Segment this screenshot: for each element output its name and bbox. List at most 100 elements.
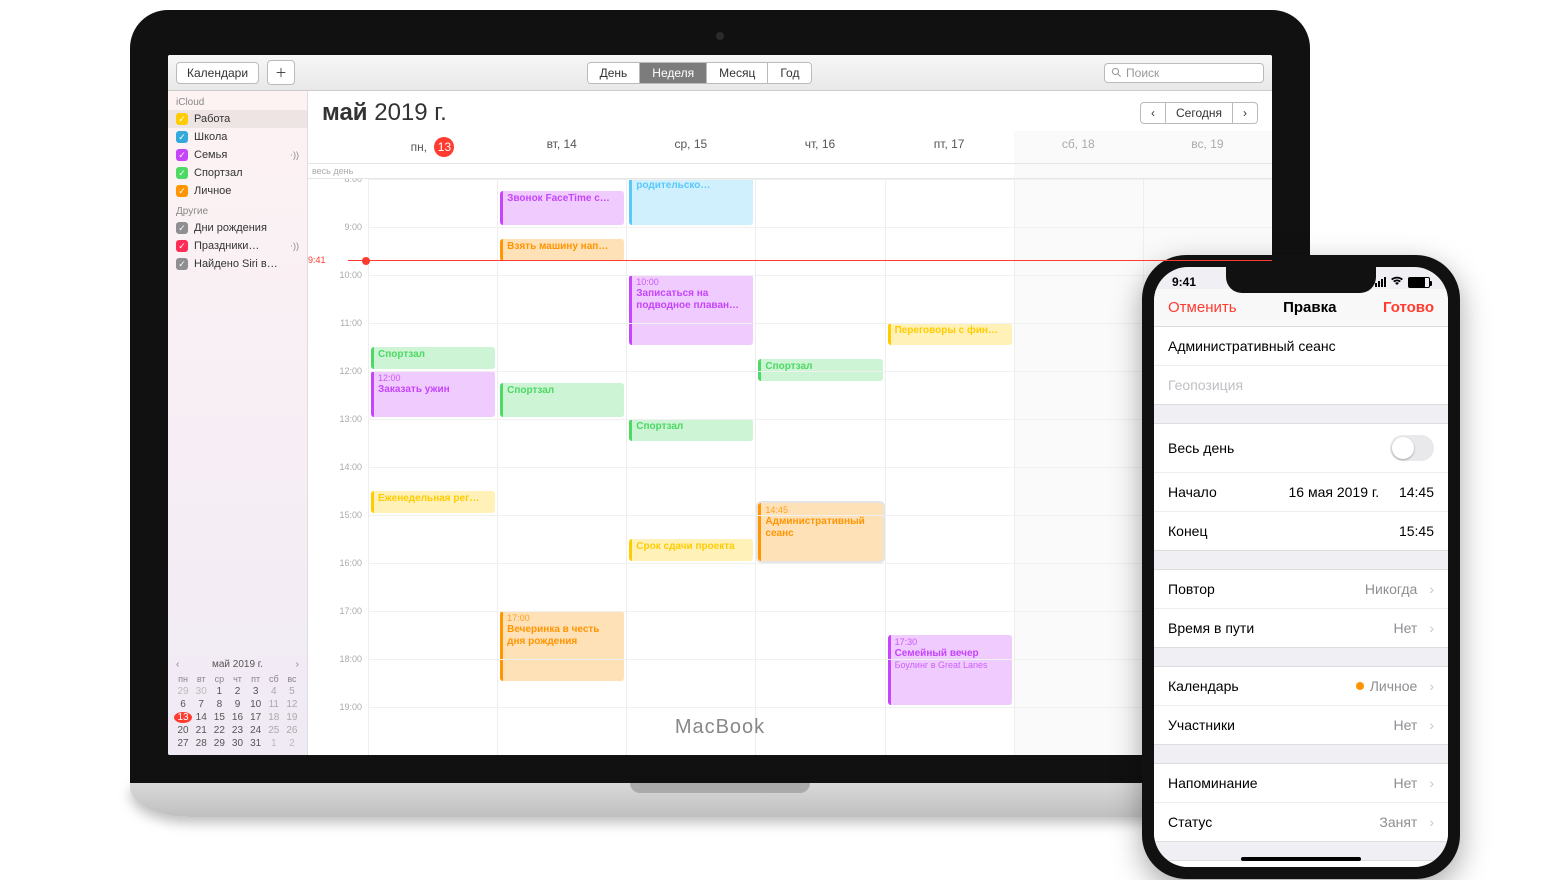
- mini-day[interactable]: 1: [210, 686, 228, 697]
- mini-prev-button[interactable]: ‹: [176, 659, 179, 670]
- mini-day[interactable]: 16: [228, 712, 246, 723]
- view-tab-Месяц[interactable]: Месяц: [707, 63, 768, 83]
- calendar-checkbox[interactable]: ✓: [176, 113, 188, 125]
- calendar-list-item[interactable]: ✓Праздники…⋅)): [168, 237, 307, 255]
- calendar-event[interactable]: 17:30Семейный вечерБоулинг в Great Lanes: [888, 635, 1012, 705]
- mini-day[interactable]: 11: [265, 699, 283, 710]
- mini-calendar[interactable]: ‹ май 2019 г. › пнвтсрчтптсбвс2930123456…: [168, 653, 307, 755]
- mini-day[interactable]: 5: [283, 686, 301, 697]
- mini-day[interactable]: 21: [192, 725, 210, 736]
- mini-day[interactable]: 25: [265, 725, 283, 736]
- mini-day[interactable]: 31: [247, 738, 265, 749]
- mini-day[interactable]: 4: [265, 686, 283, 697]
- calendar-checkbox[interactable]: ✓: [176, 222, 188, 234]
- mini-day[interactable]: 6: [174, 699, 192, 710]
- calendar-event[interactable]: Спортзал: [371, 347, 495, 369]
- calendar-event[interactable]: Еженедельная рег…: [371, 491, 495, 513]
- calendar-list-item[interactable]: ✓Семья⋅)): [168, 146, 307, 164]
- day-header[interactable]: пт, 17: [885, 131, 1014, 163]
- calendar-checkbox[interactable]: ✓: [176, 258, 188, 270]
- calendar-checkbox[interactable]: ✓: [176, 149, 188, 161]
- start-row[interactable]: Начало 16 мая 2019 г. 14:45: [1154, 473, 1448, 512]
- day-header[interactable]: вс, 19: [1143, 131, 1272, 163]
- mini-day[interactable]: 7: [192, 699, 210, 710]
- mini-day[interactable]: 26: [283, 725, 301, 736]
- calendar-event[interactable]: 10:00Записаться на подводное плаван…: [629, 275, 753, 345]
- invitees-row[interactable]: Участники Нет›: [1154, 706, 1448, 744]
- mini-day[interactable]: 1: [265, 738, 283, 749]
- day-header[interactable]: вт, 14: [497, 131, 626, 163]
- mini-day[interactable]: 23: [228, 725, 246, 736]
- allday-row[interactable]: Весь день: [1154, 424, 1448, 473]
- allday-toggle[interactable]: [1390, 435, 1434, 461]
- day-header[interactable]: сб, 18: [1014, 131, 1143, 163]
- mini-day[interactable]: 24: [247, 725, 265, 736]
- mini-day[interactable]: 10: [247, 699, 265, 710]
- prev-week-button[interactable]: ‹: [1140, 102, 1166, 124]
- mini-day[interactable]: 17: [247, 712, 265, 723]
- mini-day[interactable]: 29: [174, 686, 192, 697]
- mini-day[interactable]: 14: [192, 712, 210, 723]
- mini-day[interactable]: 30: [192, 686, 210, 697]
- day-header[interactable]: ср, 15: [626, 131, 755, 163]
- calendar-checkbox[interactable]: ✓: [176, 185, 188, 197]
- url-field[interactable]: URL: [1154, 861, 1448, 867]
- calendar-list-item[interactable]: ✓Работа: [168, 110, 307, 128]
- day-header[interactable]: чт, 16: [755, 131, 884, 163]
- today-button[interactable]: Сегодня: [1166, 102, 1233, 124]
- calendar-event[interactable]: Взять машину нап…: [500, 239, 624, 261]
- mini-day[interactable]: 27: [174, 738, 192, 749]
- mini-day[interactable]: 2: [283, 738, 301, 749]
- calendars-button[interactable]: Календари: [176, 62, 259, 84]
- mini-day[interactable]: 3: [247, 686, 265, 697]
- alert-row[interactable]: Напоминание Нет›: [1154, 764, 1448, 803]
- view-tab-День[interactable]: День: [588, 63, 641, 83]
- mini-day[interactable]: 22: [210, 725, 228, 736]
- calendar-event[interactable]: 17:00Вечеринка в честь дня рождения: [500, 611, 624, 681]
- search-field[interactable]: Поиск: [1104, 63, 1264, 83]
- calendar-list-item[interactable]: ✓Дни рождения: [168, 219, 307, 237]
- mini-day[interactable]: 15: [210, 712, 228, 723]
- calendar-checkbox[interactable]: ✓: [176, 131, 188, 143]
- calendar-event[interactable]: 12:00Заказать ужин: [371, 371, 495, 417]
- mini-day[interactable]: 2: [228, 686, 246, 697]
- calendar-event[interactable]: Срок сдачи проекта: [629, 539, 753, 561]
- mini-day[interactable]: 13: [174, 712, 192, 723]
- calendar-checkbox[interactable]: ✓: [176, 240, 188, 252]
- calendar-event[interactable]: Спортзал: [500, 383, 624, 417]
- location-field[interactable]: Геопозиция: [1154, 366, 1448, 404]
- mini-day[interactable]: 29: [210, 738, 228, 749]
- view-tab-Неделя[interactable]: Неделя: [640, 63, 707, 83]
- calendar-list-item[interactable]: ✓Школа: [168, 128, 307, 146]
- calendar-event[interactable]: 14:45Административный сеанс: [758, 503, 882, 561]
- event-title-field[interactable]: Административный сеанс: [1154, 327, 1448, 366]
- cancel-button[interactable]: Отменить: [1168, 299, 1237, 316]
- mini-next-button[interactable]: ›: [296, 659, 299, 670]
- done-button[interactable]: Готово: [1383, 299, 1434, 316]
- calendar-event[interactable]: Спортзал: [629, 419, 753, 441]
- calendar-checkbox[interactable]: ✓: [176, 167, 188, 179]
- calendar-event[interactable]: 7:30Собрание родительско…: [629, 179, 753, 225]
- travel-row[interactable]: Время в пути Нет›: [1154, 609, 1448, 647]
- mini-day[interactable]: 18: [265, 712, 283, 723]
- calendar-event[interactable]: Переговоры с фин…: [888, 323, 1012, 345]
- calendar-list-item[interactable]: ✓Спортзал: [168, 164, 307, 182]
- end-row[interactable]: Конец 15:45: [1154, 512, 1448, 550]
- repeat-row[interactable]: Повтор Никогда›: [1154, 570, 1448, 609]
- next-week-button[interactable]: ›: [1233, 102, 1258, 124]
- week-grid[interactable]: 8:009:0010:0011:0012:0013:0014:0015:0016…: [308, 179, 1272, 755]
- day-header[interactable]: пн, 13: [368, 131, 497, 163]
- calendar-event[interactable]: Спортзал: [758, 359, 882, 381]
- mini-day[interactable]: 8: [210, 699, 228, 710]
- mini-day[interactable]: 20: [174, 725, 192, 736]
- mini-day[interactable]: 9: [228, 699, 246, 710]
- home-indicator[interactable]: [1241, 857, 1361, 861]
- mini-day[interactable]: 28: [192, 738, 210, 749]
- calendar-list-item[interactable]: ✓Личное: [168, 182, 307, 200]
- calendar-row[interactable]: Календарь Личное›: [1154, 667, 1448, 706]
- showas-row[interactable]: Статус Занят›: [1154, 803, 1448, 841]
- add-button[interactable]: ＋: [267, 60, 295, 85]
- mini-day[interactable]: 30: [228, 738, 246, 749]
- view-tab-Год[interactable]: Год: [768, 63, 811, 83]
- mini-day[interactable]: 12: [283, 699, 301, 710]
